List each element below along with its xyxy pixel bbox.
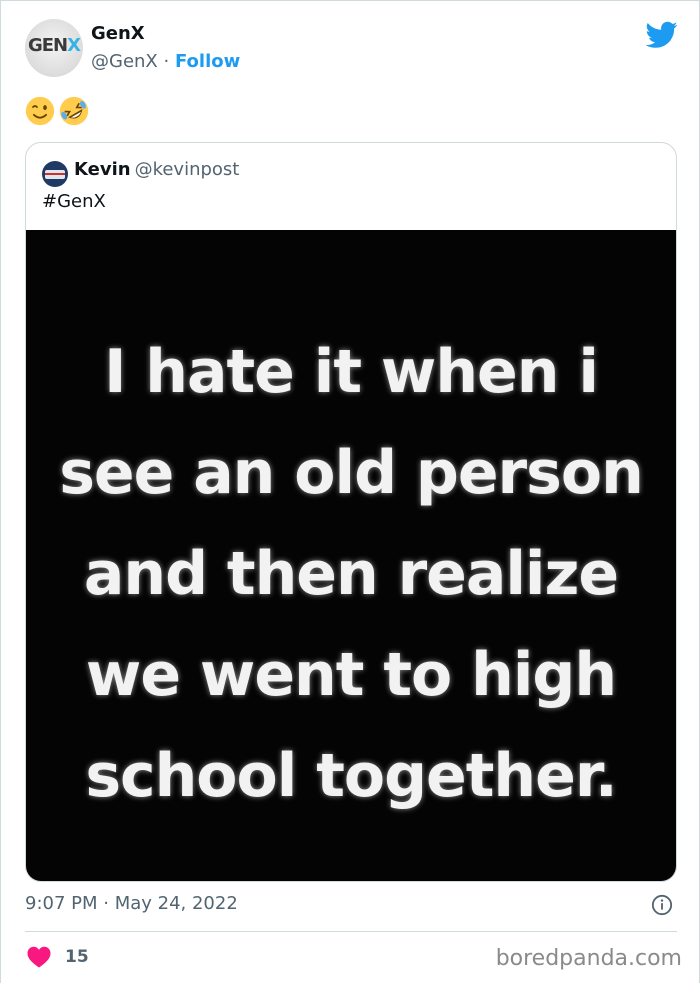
quoted-tweet[interactable]: Kevin @kevinpost #GenX I hate it when i se… [25,142,677,882]
meme-text-line: I hate it when i [104,337,599,407]
author-avatar[interactable]: GENX [25,19,83,77]
meme-text-line: and then realize [83,539,619,609]
author-handle[interactable]: @GenX [91,51,158,72]
meme-text: I hate it when i see an old person and the… [26,322,676,827]
avatar-logo: GENX [27,35,81,56]
quoted-author-name[interactable]: Kevin [74,159,131,180]
handle-separator: · [163,51,170,72]
quoted-author-avatar[interactable] [42,161,68,187]
author-handle-row: @GenX · Follow [91,51,240,72]
quoted-author-name-row: Kevin @kevinpost [74,159,239,180]
info-icon[interactable] [651,894,673,916]
author-name[interactable]: GenX [91,23,145,44]
twitter-bird-icon[interactable] [646,21,678,49]
meme-text-line: school together. [85,741,617,811]
winking-face-icon [25,96,55,125]
tweet-timestamp[interactable]: 9:07 PM · May 24, 2022 [25,893,238,914]
divider [25,931,677,932]
follow-button[interactable]: Follow [175,51,240,72]
quoted-hashtag[interactable]: #GenX [42,191,106,212]
meme-text-line: see an old person [59,438,644,508]
meme-text-line: we went to high [85,640,617,710]
tweet-card: GENX GenX @GenX · Follow Kevin @kevinpos… [0,0,700,983]
like-count: 15 [65,947,89,967]
tweet-text [25,93,93,127]
heart-icon[interactable] [27,946,51,968]
quoted-author-handle[interactable]: @kevinpost [135,159,240,180]
watermark: boredpanda.com [495,946,682,971]
rolling-laughing-icon [59,96,89,125]
quoted-image[interactable]: I hate it when i see an old person and the… [26,230,676,881]
